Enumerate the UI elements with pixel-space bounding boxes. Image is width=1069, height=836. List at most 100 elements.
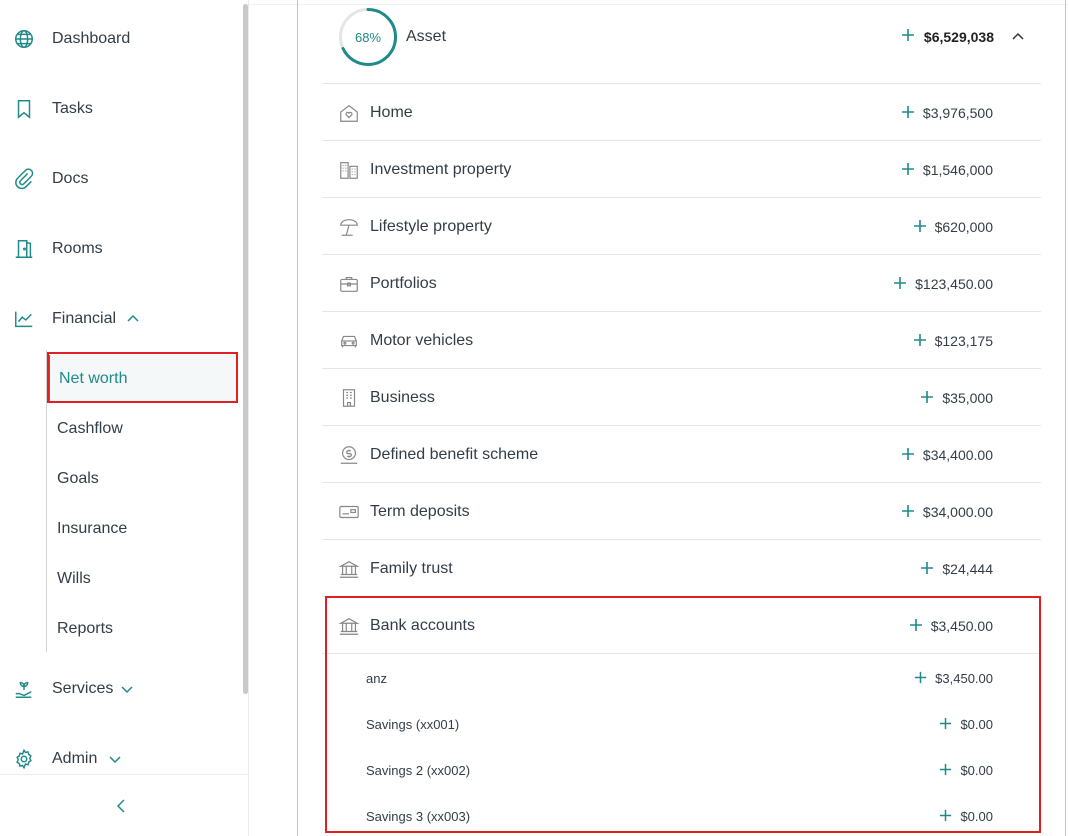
bank-subrow-savings-xx003[interactable]: Savings 3 (xx003) $0.00 [322, 793, 1041, 836]
bank-subrow-anz[interactable]: anz $3,450.00 [322, 655, 1041, 701]
office-building-icon [342, 389, 356, 407]
car-icon [341, 335, 357, 348]
add-plus-icon[interactable] [908, 617, 924, 633]
subrow-label: Savings 3 (xx003) [366, 809, 471, 824]
subrow-label: Savings (xx001) [366, 717, 460, 732]
bank-subrow-savings-xx002[interactable]: Savings 2 (xx002) $0.00 [322, 747, 1041, 793]
asset-row-term-deposits[interactable]: Term deposits $34,000.00 [322, 483, 1041, 540]
asset-row-bank-accounts[interactable]: Bank accounts $3,450.00 [322, 597, 1041, 654]
sidebar-item-docs[interactable]: Docs [0, 157, 240, 201]
row-amount: $123,450.00 [915, 276, 993, 292]
asset-row-business[interactable]: Business $35,000 [322, 369, 1041, 426]
asset-title: Asset [406, 28, 447, 45]
sidebar-subitem-net-worth[interactable]: Net worth [47, 355, 237, 403]
asset-row-motor-vehicles[interactable]: Motor vehicles $123,175 [322, 312, 1041, 369]
row-label: Investment property [370, 161, 512, 178]
row-label: Defined benefit scheme [370, 446, 539, 463]
add-plus-icon[interactable] [900, 104, 916, 120]
asset-row-defined-benefit-scheme[interactable]: Defined benefit scheme $34,400.00 [322, 426, 1041, 483]
row-label: Family trust [370, 560, 453, 577]
row-amount: $3,450.00 [930, 618, 993, 634]
add-plus-icon[interactable] [900, 446, 916, 462]
subrow-amount: $3,450.00 [935, 671, 993, 686]
row-amount: $35,000 [942, 390, 993, 406]
asset-row-portfolios[interactable]: Portfolios $123,450.00 [322, 255, 1041, 312]
asset-row-investment-property[interactable]: Investment property $1,546,000 [322, 141, 1041, 198]
door-icon [12, 237, 36, 261]
chevron-left-icon[interactable] [113, 797, 131, 815]
row-label: Business [370, 389, 435, 406]
add-plus-icon[interactable] [913, 670, 928, 685]
chart-line-icon [12, 307, 36, 331]
sidebar-subitem-insurance[interactable]: Insurance [47, 505, 237, 553]
asset-header[interactable]: 68% Asset $6,529,038 [322, 0, 1041, 84]
subrow-amount: $0.00 [960, 763, 993, 778]
add-plus-icon[interactable] [938, 808, 953, 823]
sidebar-item-label: Docs [52, 170, 89, 187]
bank-subrow-savings-xx001[interactable]: Savings (xx001) $0.00 [322, 701, 1041, 747]
add-plus-icon[interactable] [919, 560, 935, 576]
sidebar-item-rooms[interactable]: Rooms [0, 227, 240, 271]
subrow-label: Savings 2 (xx002) [366, 763, 471, 778]
row-label: Home [370, 104, 413, 121]
row-label: Lifestyle property [370, 218, 492, 235]
sidebar-item-tasks[interactable]: Tasks [0, 87, 240, 131]
add-plus-icon[interactable] [900, 503, 916, 519]
subrow-label: anz [366, 671, 387, 686]
subrow-amount: $0.00 [960, 717, 993, 732]
card-icon [339, 505, 359, 519]
sidebar-subitem-cashflow[interactable]: Cashflow [47, 405, 237, 453]
gear-icon [12, 747, 36, 771]
sidebar-collapse-row [0, 774, 249, 836]
sidebar-item-label: Financial [52, 310, 117, 327]
sidebar-item-dashboard[interactable]: Dashboard [0, 17, 240, 61]
row-label: Bank accounts [370, 617, 475, 634]
subrow-amount: $0.00 [960, 809, 993, 824]
paperclip-icon [12, 167, 36, 191]
buildings-icon [340, 162, 358, 179]
dollar-coin-icon [340, 446, 358, 464]
row-label: Term deposits [370, 503, 470, 520]
add-plus-icon[interactable] [938, 716, 953, 731]
row-amount: $1,546,000 [922, 162, 993, 178]
add-plus-icon[interactable] [892, 275, 908, 291]
sidebar: Dashboard Tasks Docs Rooms Financial Net… [0, 0, 249, 836]
bank-icon [338, 617, 360, 635]
chevron-up-icon[interactable] [1011, 30, 1025, 44]
asset-row-lifestyle-property[interactable]: Lifestyle property $620,000 [322, 198, 1041, 255]
row-amount: $34,400.00 [922, 447, 993, 463]
row-label: Motor vehicles [370, 332, 474, 349]
add-plus-icon[interactable] [912, 332, 928, 348]
asset-row-family-trust[interactable]: Family trust $24,444 [322, 540, 1041, 597]
add-asset-plus-icon[interactable] [900, 27, 916, 43]
sidebar-subitem-wills[interactable]: Wills [47, 555, 237, 603]
row-amount: $620,000 [934, 219, 993, 235]
home-heart-icon [340, 104, 358, 122]
row-amount: $123,175 [934, 333, 993, 349]
asset-percent: 68% [354, 29, 382, 45]
row-label: Portfolios [370, 275, 437, 292]
asset-total: $6,529,038 [923, 29, 994, 45]
bank-icon [338, 560, 360, 578]
chevron-up-icon[interactable] [126, 312, 140, 326]
sidebar-item-services[interactable]: Services [0, 667, 240, 711]
sidebar-item-label: Rooms [52, 240, 103, 257]
sidebar-item-label: Admin [52, 750, 98, 767]
sidebar-item-label: Tasks [52, 100, 93, 117]
hand-plant-icon [12, 677, 36, 701]
add-plus-icon[interactable] [938, 762, 953, 777]
sidebar-subitem-reports[interactable]: Reports [47, 605, 237, 653]
beach-umbrella-icon [340, 219, 358, 236]
sidebar-item-financial[interactable]: Financial [0, 297, 240, 341]
sidebar-item-label: Services [52, 680, 114, 697]
bookmark-icon [12, 97, 36, 121]
add-plus-icon[interactable] [900, 161, 916, 177]
chevron-down-icon[interactable] [120, 682, 134, 696]
chevron-down-icon[interactable] [108, 752, 122, 766]
add-plus-icon[interactable] [912, 218, 928, 234]
asset-row-home[interactable]: Home $3,976,500 [322, 84, 1041, 141]
sidebar-subitem-goals[interactable]: Goals [47, 455, 237, 503]
add-plus-icon[interactable] [919, 389, 935, 405]
sidebar-scrollbar[interactable] [243, 4, 248, 694]
globe-icon [12, 27, 36, 51]
